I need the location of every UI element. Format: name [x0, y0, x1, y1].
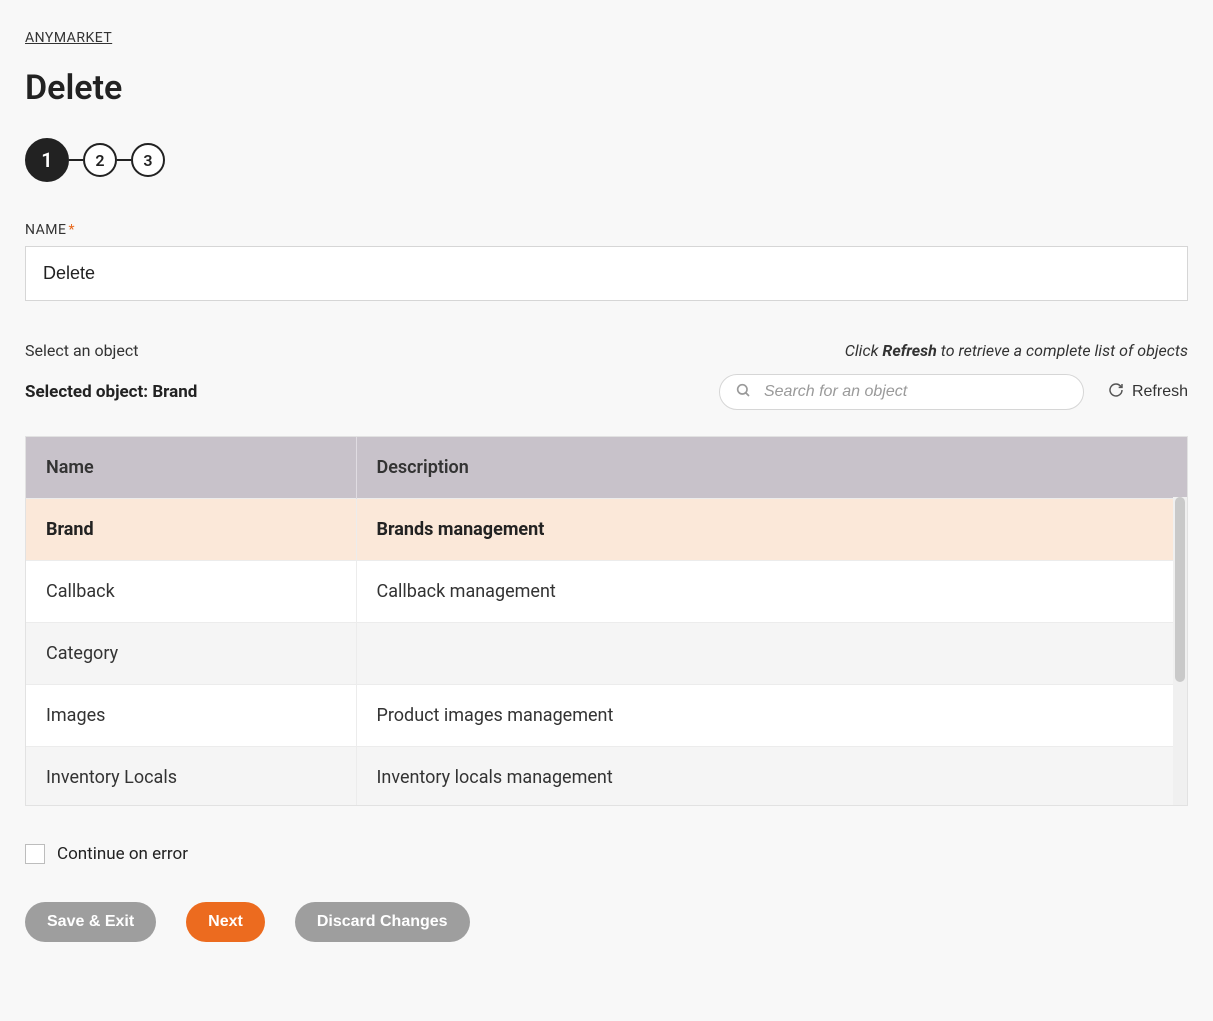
name-input[interactable] [25, 246, 1188, 301]
step-connector [117, 159, 131, 161]
breadcrumb-link[interactable]: ANYMARKET [25, 30, 1188, 46]
discard-changes-button[interactable]: Discard Changes [295, 902, 470, 942]
scrollbar-thumb[interactable] [1175, 497, 1185, 682]
selected-object-label: Selected object: Brand [25, 382, 197, 402]
search-input[interactable] [719, 374, 1084, 410]
refresh-hint: Click Refresh to retrieve a complete lis… [845, 341, 1188, 360]
hint-suffix: to retrieve a complete list of objects [937, 341, 1188, 360]
cell-description [356, 623, 1187, 685]
hint-prefix: Click [845, 341, 883, 360]
step-2[interactable]: 2 [83, 143, 117, 177]
cell-description: Product images management [356, 685, 1187, 747]
select-object-label: Select an object [25, 341, 138, 360]
table-row[interactable]: ImagesProduct images management [26, 685, 1187, 747]
selected-value: Brand [152, 382, 197, 402]
cell-description: Callback management [356, 561, 1187, 623]
selected-prefix: Selected object: [25, 382, 152, 402]
table-row[interactable]: Inventory LocalsInventory locals managem… [26, 747, 1187, 806]
page-title: Delete [25, 68, 1188, 108]
column-header-description[interactable]: Description [356, 437, 1187, 499]
refresh-icon [1108, 382, 1124, 403]
cell-name: Callback [26, 561, 356, 623]
cell-name: Images [26, 685, 356, 747]
cell-name: Inventory Locals [26, 747, 356, 806]
step-3[interactable]: 3 [131, 143, 165, 177]
refresh-button[interactable]: Refresh [1108, 382, 1188, 403]
refresh-label: Refresh [1132, 383, 1188, 401]
table-scrollbar[interactable] [1173, 497, 1187, 805]
table-row[interactable]: CallbackCallback management [26, 561, 1187, 623]
table-header-row: Name Description [26, 437, 1187, 499]
object-table: Name Description BrandBrands managementC… [25, 436, 1188, 806]
step-connector [69, 159, 83, 161]
continue-on-error-label: Continue on error [57, 844, 188, 864]
save-exit-button[interactable]: Save & Exit [25, 902, 156, 942]
table-row[interactable]: Category [26, 623, 1187, 685]
cell-description: Inventory locals management [356, 747, 1187, 806]
hint-strong: Refresh [882, 341, 936, 360]
stepper: 1 2 3 [25, 138, 1188, 182]
required-star: * [68, 222, 75, 238]
column-header-name[interactable]: Name [26, 437, 356, 499]
name-label-text: NAME [25, 222, 66, 238]
step-1[interactable]: 1 [25, 138, 69, 182]
table-row[interactable]: BrandBrands management [26, 499, 1187, 561]
continue-on-error-checkbox[interactable] [25, 844, 45, 864]
next-button[interactable]: Next [186, 902, 265, 942]
cell-description: Brands management [356, 499, 1187, 561]
cell-name: Category [26, 623, 356, 685]
name-field-label: NAME* [25, 222, 1188, 238]
cell-name: Brand [26, 499, 356, 561]
